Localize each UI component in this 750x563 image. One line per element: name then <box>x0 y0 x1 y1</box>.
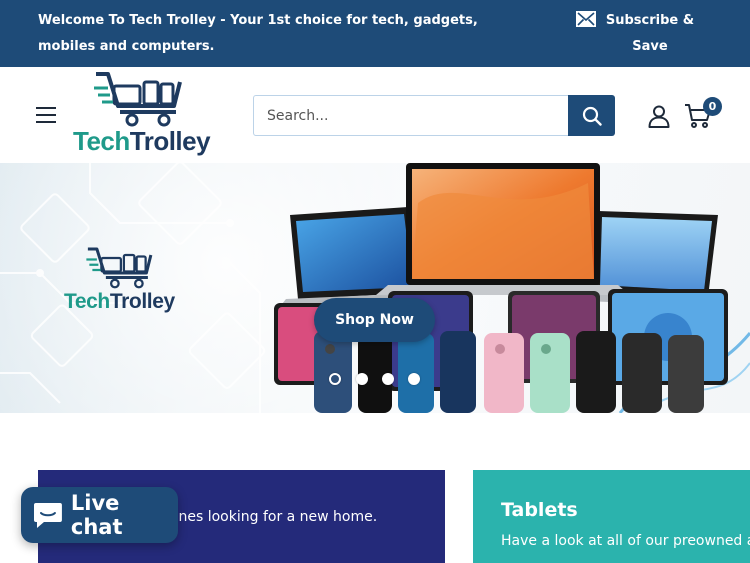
slide-dot-3[interactable] <box>382 373 394 385</box>
trolley-logo-icon <box>94 72 182 127</box>
slideshow-dots <box>329 373 429 387</box>
announcement-text: Welcome To Tech Trolley - Your 1st choic… <box>38 13 478 54</box>
logo-wordmark: TechTrolley <box>73 126 211 157</box>
hero-logo-wordmark: TechTrolley <box>64 290 175 314</box>
subscribe-label: Subscribe & Save <box>605 13 695 54</box>
shop-now-button[interactable]: Shop Now <box>314 298 435 342</box>
subscribe-link[interactable]: Subscribe & Save <box>576 8 696 60</box>
announcement-bar: Welcome To Tech Trolley - Your 1st choic… <box>0 0 750 67</box>
search-button[interactable] <box>568 95 615 136</box>
slide-dot-4[interactable] <box>408 373 420 385</box>
site-logo[interactable]: TechTrolley <box>70 70 225 162</box>
category-card-tablets[interactable]: Tablets Have a look at all of our preown… <box>473 470 750 563</box>
account-icon[interactable] <box>647 104 671 128</box>
slide-dot-1[interactable] <box>329 373 341 385</box>
category-description: Have a look at all of our preowned and <box>501 533 750 549</box>
menu-icon[interactable] <box>36 107 58 123</box>
search-input[interactable] <box>253 95 569 136</box>
mail-icon <box>576 11 596 27</box>
site-header: TechTrolley 0 <box>0 67 750 163</box>
search-icon <box>582 106 602 126</box>
category-title: Tablets <box>501 499 578 521</box>
cart-count-badge: 0 <box>703 97 722 116</box>
chat-bubble-icon <box>33 503 62 528</box>
search-bar <box>253 95 615 136</box>
logo-word-tech: Tech <box>73 126 130 156</box>
logo-word-trolley: Trolley <box>129 126 211 156</box>
slide-dot-2[interactable] <box>356 373 368 385</box>
hero-logo-word-tech: Tech <box>64 290 110 313</box>
live-chat-button[interactable]: Live chat <box>21 487 178 543</box>
hero-logo: TechTrolley <box>64 246 189 321</box>
hero-banner: TechTrolley Shop Now <box>0 163 750 413</box>
live-chat-label: Live chat <box>70 491 123 539</box>
hero-logo-word-trolley: Trolley <box>109 290 175 313</box>
hero-trolley-logo-icon <box>86 247 153 289</box>
